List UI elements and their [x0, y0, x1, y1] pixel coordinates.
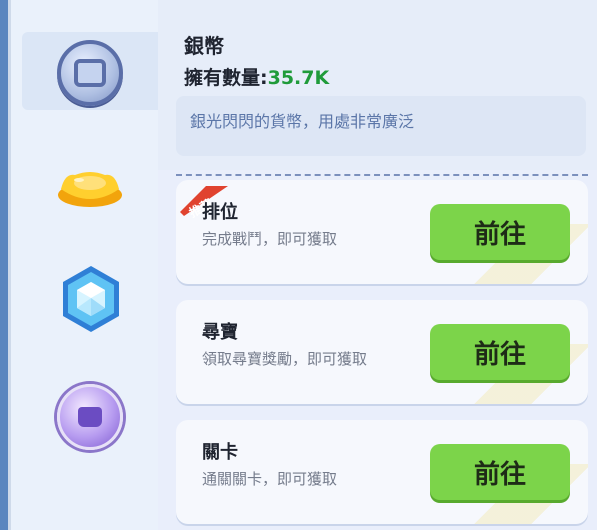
section-divider	[176, 174, 588, 176]
source-card-stage: 關卡 通關關卡，即可獲取 前往	[176, 420, 588, 524]
source-subtitle: 完成戰鬥，即可獲取	[202, 230, 338, 248]
go-button-ranked[interactable]: 前往	[430, 204, 570, 260]
source-subtitle: 通關關卡，即可獲取	[202, 470, 338, 488]
description-box: 銀光閃閃的貨幣，用處非常廣泛	[176, 96, 586, 156]
source-title: 尋寶	[202, 322, 238, 343]
purple-orb-icon	[57, 384, 123, 450]
source-title: 排位	[202, 202, 238, 223]
sidebar-item-silver-coin[interactable]	[55, 38, 125, 108]
owned-value: 35.7K	[267, 67, 330, 89]
currency-description: 銀光閃閃的貨幣，用處非常廣泛	[190, 112, 415, 131]
gold-ingot-icon	[58, 172, 122, 207]
currency-header: 銀幣 擁有數量:35.7K 銀光閃閃的貨幣，用處非常廣泛	[158, 0, 597, 170]
source-card-treasure: 尋寶 領取尋寶獎勵，即可獲取 前往	[176, 300, 588, 404]
go-button-treasure[interactable]: 前往	[430, 324, 570, 380]
source-subtitle: 領取尋寶獎勵，即可獲取	[202, 350, 368, 368]
source-title: 關卡	[202, 442, 238, 463]
silver-coin-icon	[57, 40, 123, 106]
source-card-ranked: 推薦 排位 完成戰鬥，即可獲取 前往	[176, 180, 588, 284]
owned-amount: 擁有數量:35.7K	[184, 63, 329, 90]
owned-label: 擁有數量:	[184, 67, 268, 89]
currency-detail-panel: 銀幣 擁有數量:35.7K 銀光閃閃的貨幣，用處非常廣泛 推薦 排位 完成戰鬥，…	[158, 0, 597, 530]
go-button-stage[interactable]: 前往	[430, 444, 570, 500]
currency-title: 銀幣	[184, 34, 224, 58]
sidebar-item-diamond[interactable]	[56, 264, 126, 334]
diamond-gem-icon	[63, 266, 119, 332]
sidebar-item-gold-ingot[interactable]	[55, 152, 125, 222]
sidebar-item-purple-token[interactable]	[55, 382, 125, 452]
